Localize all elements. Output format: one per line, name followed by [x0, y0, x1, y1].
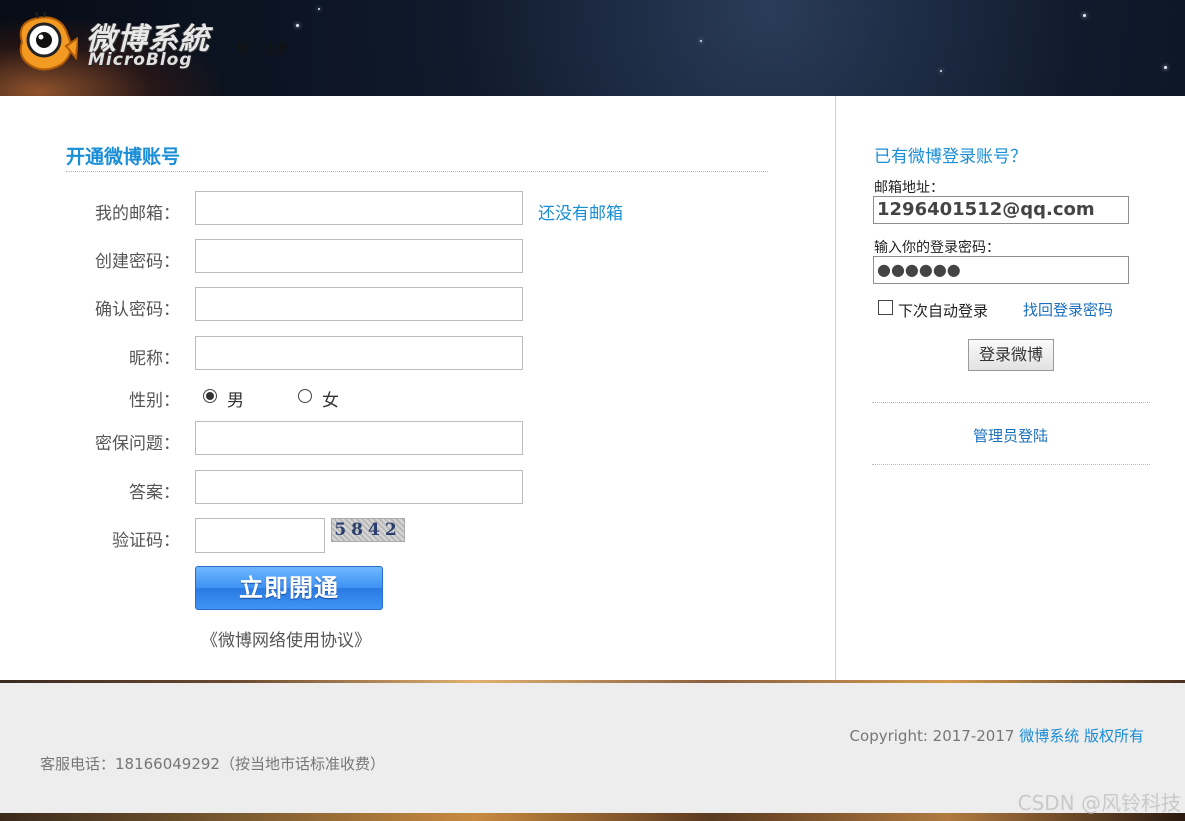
captcha-label: 验证码： [112, 531, 180, 551]
confirm-password-label: 确认密码： [95, 300, 180, 320]
login-button[interactable]: 登录微博 [968, 339, 1054, 371]
star-decoration [1083, 14, 1086, 17]
answer-field[interactable] [195, 470, 523, 504]
nav-register-link[interactable]: 用户注册 [236, 38, 288, 57]
remember-me-checkbox[interactable] [878, 300, 893, 315]
nickname-label: 昵称： [129, 349, 180, 369]
login-divider [872, 402, 1150, 403]
logo-subtitle: MicroBlog [88, 50, 193, 70]
captcha-image[interactable]: 5842 [331, 518, 405, 542]
password-field[interactable] [195, 239, 523, 273]
customer-service-hotline: 客服电话：18166049292（按当地市话标准收费） [40, 755, 385, 773]
no-email-link[interactable]: 还没有邮箱 [538, 199, 623, 224]
answer-label: 答案： [129, 483, 180, 503]
captcha-field[interactable] [195, 518, 325, 553]
register-title: 开通微博账号 [66, 146, 181, 168]
site-footer [0, 683, 1185, 813]
gender-female-label[interactable]: 女 [322, 386, 339, 411]
gender-male-radio[interactable] [203, 389, 217, 403]
copyright-text: Copyright: 2017-2017 微博系统 版权所有 [850, 725, 1144, 746]
register-submit-button[interactable]: 立即開通 [195, 566, 383, 610]
login-divider [872, 464, 1150, 465]
star-decoration [296, 24, 299, 27]
password-label: 创建密码： [95, 252, 180, 272]
confirm-password-field[interactable] [195, 287, 523, 321]
security-question-label: 密保问题： [95, 434, 180, 454]
footer-decoration [0, 813, 1185, 821]
logo-icon[interactable] [12, 12, 78, 74]
column-divider [835, 96, 836, 680]
watermark: CSDN @风铃科技 [1017, 791, 1181, 815]
admin-login-link[interactable]: 管理员登陆 [973, 425, 1048, 446]
gender-male-label[interactable]: 男 [227, 386, 244, 411]
register-title-divider [66, 171, 768, 172]
star-decoration [940, 70, 942, 72]
copyright-prefix: Copyright: 2017-2017 [849, 727, 1015, 745]
login-password-label: 输入你的登录密码： [874, 240, 1000, 256]
star-decoration [1164, 66, 1167, 69]
forgot-password-link[interactable]: 找回登录密码 [1023, 299, 1113, 320]
email-label: 我的邮箱： [95, 204, 180, 224]
login-password-input[interactable]: ●●●●●● [873, 256, 1129, 284]
email-field[interactable] [195, 191, 523, 225]
copyright-brand: 微博系统 版权所有 [1019, 727, 1144, 745]
login-email-input[interactable]: 1296401512@qq.com [873, 196, 1129, 224]
login-title: 已有微博登录账号？ [874, 147, 1027, 167]
agreement-link[interactable]: 《微博网络使用协议》 [201, 626, 371, 651]
security-question-field[interactable] [195, 421, 523, 455]
star-decoration [318, 8, 320, 10]
gender-label: 性别： [129, 391, 180, 411]
nickname-field[interactable] [195, 336, 523, 370]
star-decoration [700, 40, 702, 42]
remember-me-label[interactable]: 下次自动登录 [898, 300, 988, 321]
gender-female-radio[interactable] [298, 389, 312, 403]
login-email-label: 邮箱地址： [874, 180, 944, 196]
site-header: 微博系統 MicroBlog 用户注册 [0, 0, 1185, 96]
